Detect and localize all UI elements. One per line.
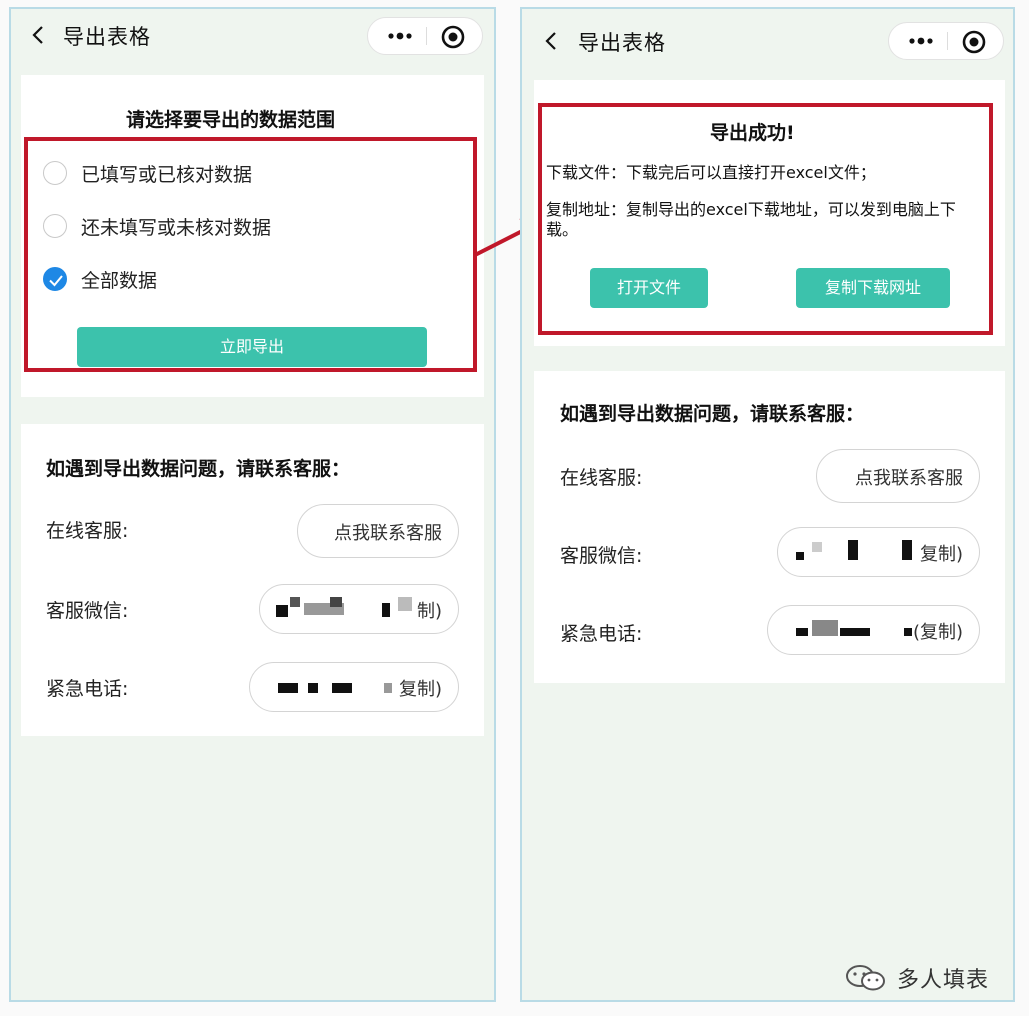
left-phone-screen: 导出表格 请选择要导出的数据范围 已填写或已核对数据 还未填写或未核对数据 全部… [9, 7, 496, 1002]
right-phone-screen: 导出表格 导出成功! 下载文件：下载完后可以直接打开excel文件； 复制地址：… [520, 7, 1015, 1002]
more-dots-icon[interactable] [382, 24, 418, 48]
redacted-block [330, 597, 342, 607]
emergency-phone-label: 紧急电话: [560, 623, 643, 645]
online-service-label: 在线客服: [560, 467, 643, 489]
wechat-label: 客服微信: [46, 600, 129, 622]
redacted-block [848, 540, 858, 560]
redacted-phone [278, 683, 298, 693]
contact-heading: 如遇到导出数据问题，请联系客服： [46, 458, 351, 480]
mini-program-capsule [367, 17, 483, 55]
contact-card: 如遇到导出数据问题，请联系客服： 在线客服: 点我联系客服 客服微信: 制) 紧… [21, 424, 484, 736]
mini-program-capsule [888, 22, 1004, 60]
contact-heading: 如遇到导出数据问题，请联系客服： [560, 403, 865, 425]
phone-copy-button[interactable]: 复制) [249, 662, 459, 712]
watermark: 多人填表 [845, 960, 1005, 994]
redacted-block [840, 628, 870, 636]
page-title: 导出表格 [63, 25, 151, 49]
capsule-divider [947, 32, 948, 50]
wechat-logo-icon [846, 965, 885, 991]
highlight-box-options [24, 137, 477, 372]
page-title: 导出表格 [578, 31, 666, 55]
phone-copy-button[interactable]: (复制) [767, 605, 980, 655]
contact-service-label: 点我联系客服 [855, 468, 963, 489]
contact-service-button[interactable]: 点我联系客服 [816, 449, 980, 503]
redacted-block [382, 603, 390, 617]
nav-bar: 导出表格 [11, 9, 494, 65]
contact-card: 如遇到导出数据问题，请联系客服： 在线客服: 点我联系客服 客服微信: 复制) … [534, 371, 1005, 683]
nav-bar: 导出表格 [522, 9, 1013, 65]
redacted-block [902, 540, 912, 560]
copy-label: 制) [416, 601, 442, 622]
capsule-divider [426, 27, 427, 45]
watermark-text: 多人填表 [897, 968, 990, 993]
copy-label: 复制) [919, 544, 963, 565]
wechat-copy-button[interactable]: 制) [259, 584, 459, 634]
contact-service-button[interactable]: 点我联系客服 [297, 504, 459, 558]
close-target-icon[interactable] [440, 24, 466, 50]
redacted-block [812, 620, 838, 636]
online-service-label: 在线客服: [46, 520, 129, 542]
redacted-block [290, 597, 300, 607]
highlight-box-success [538, 103, 993, 335]
back-arrow-icon[interactable] [27, 23, 51, 47]
copy-label: 复制) [398, 679, 442, 700]
wechat-label: 客服微信: [560, 545, 643, 567]
redacted-block [812, 542, 822, 552]
contact-service-label: 点我联系客服 [334, 523, 442, 544]
back-arrow-icon[interactable] [540, 29, 564, 53]
redacted-wechat-id [276, 605, 288, 617]
redacted-wechat-id [796, 552, 804, 560]
redacted-phone [796, 628, 808, 636]
export-range-heading: 请选择要导出的数据范围 [126, 109, 336, 131]
redacted-block [904, 628, 912, 636]
more-dots-icon[interactable] [903, 29, 939, 53]
emergency-phone-label: 紧急电话: [46, 678, 129, 700]
redacted-block [308, 683, 318, 693]
redacted-block [398, 597, 412, 611]
redacted-block [332, 683, 352, 693]
wechat-copy-button[interactable]: 复制) [777, 527, 980, 577]
close-target-icon[interactable] [961, 29, 987, 55]
copy-label: (复制) [912, 622, 963, 643]
redacted-block [384, 683, 392, 693]
